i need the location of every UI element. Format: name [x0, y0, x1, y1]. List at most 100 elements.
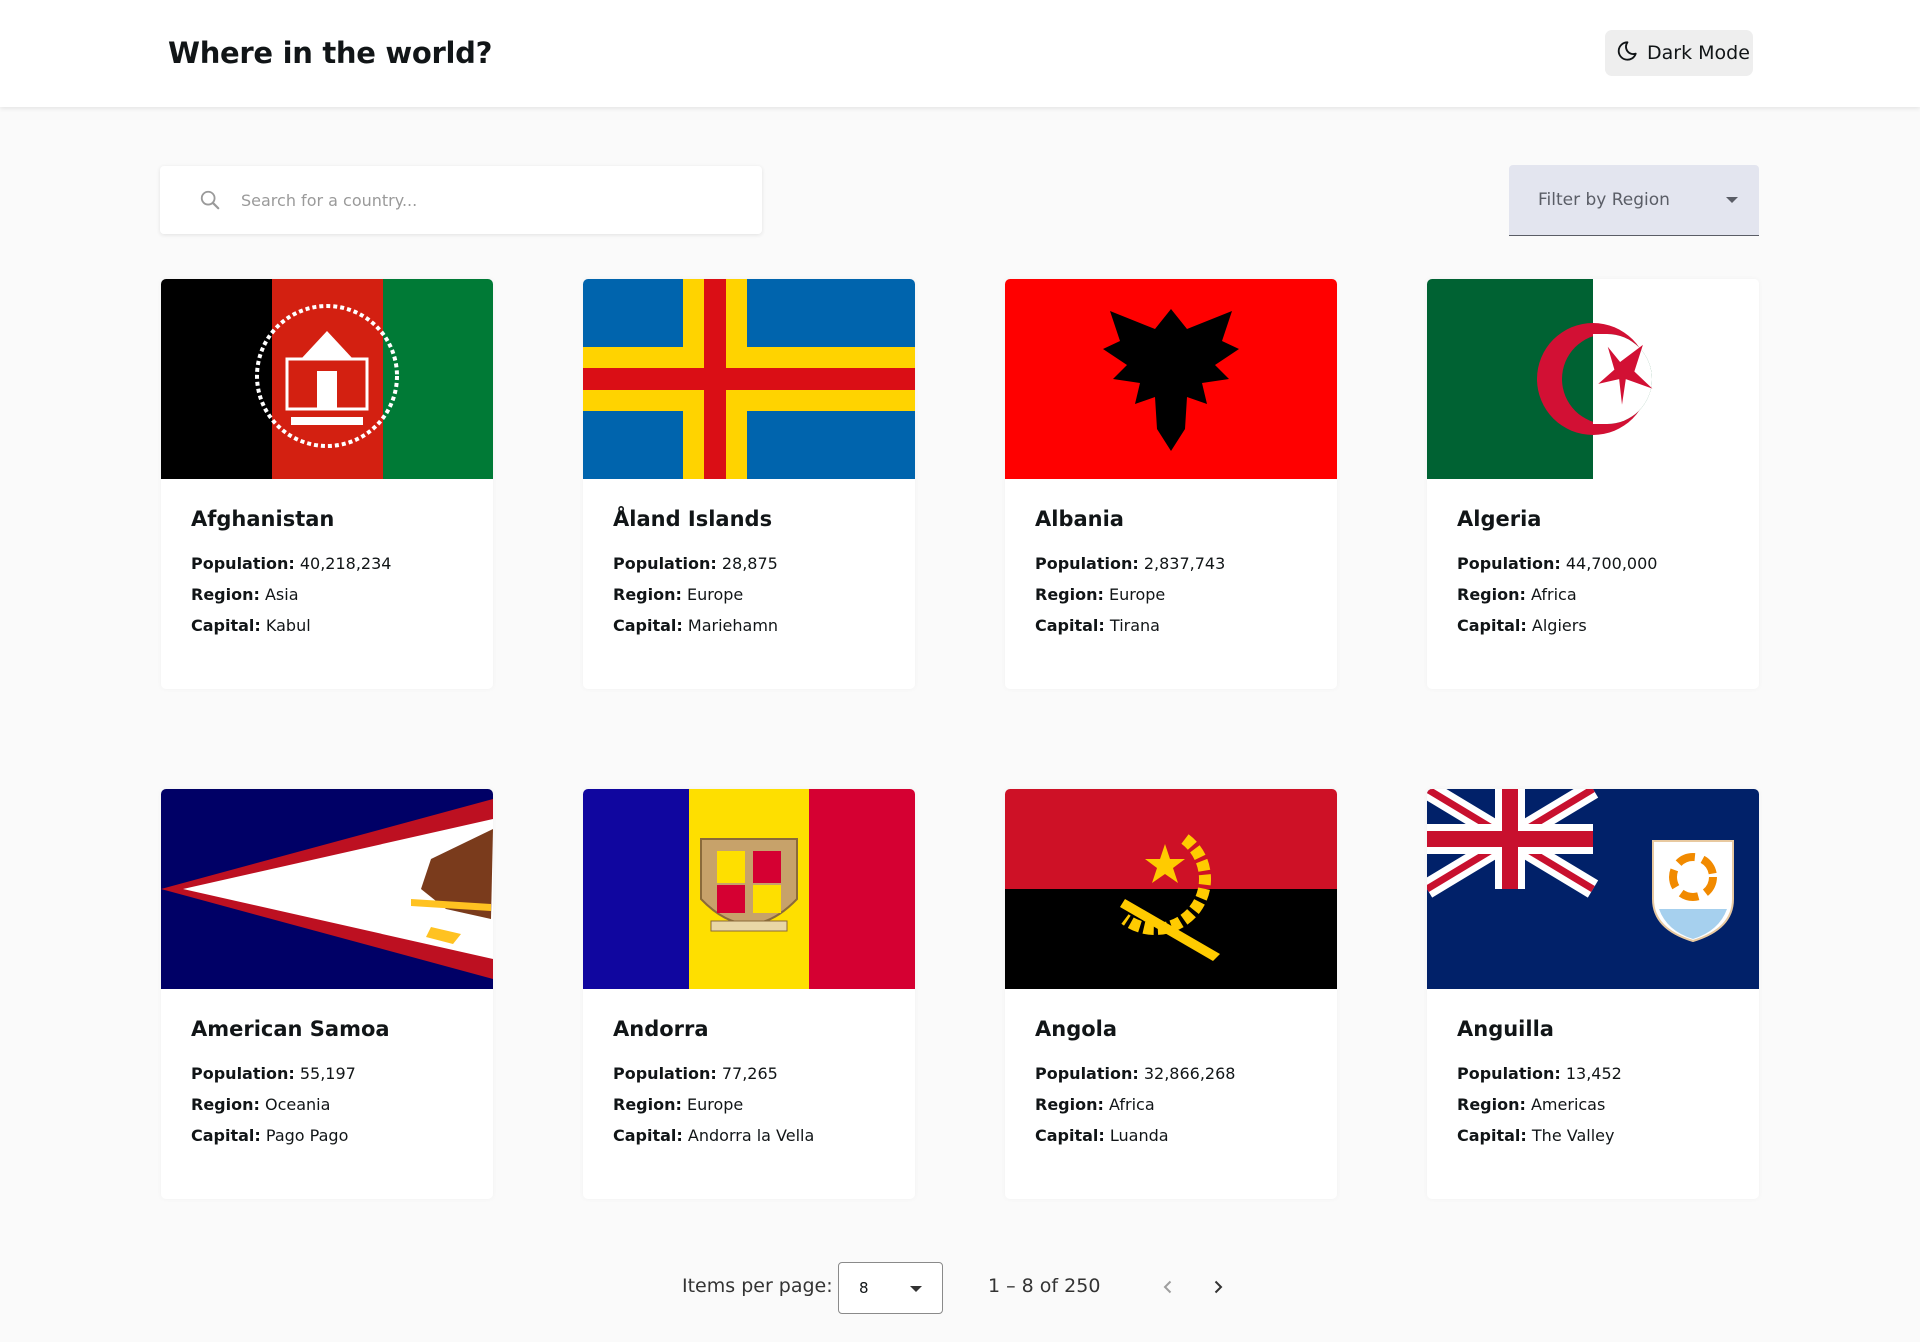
- region-label: Region:: [1457, 585, 1526, 604]
- country-name: Albania: [1035, 507, 1124, 531]
- population-label: Population:: [191, 554, 295, 573]
- capital-value: The Valley: [1531, 1126, 1615, 1145]
- region-filter-label: Filter by Region: [1538, 190, 1670, 210]
- population-label: Population:: [613, 554, 717, 573]
- search-input[interactable]: [241, 190, 721, 210]
- dark-mode-toggle-button[interactable]: Dark Mode: [1605, 30, 1753, 76]
- region-row: Region: Europe: [1035, 585, 1165, 604]
- algeria-flag: [1427, 279, 1759, 479]
- country-name: Afghanistan: [191, 507, 335, 531]
- country-name: Andorra: [613, 1017, 709, 1041]
- region-label: Region:: [1035, 585, 1104, 604]
- region-value: Oceania: [264, 1095, 331, 1114]
- capital-value: Kabul: [265, 616, 311, 635]
- next-page-button[interactable]: [1203, 1272, 1233, 1302]
- region-value: Africa: [1530, 585, 1577, 604]
- items-per-page-select[interactable]: 8: [838, 1262, 943, 1314]
- region-row: Region: Europe: [613, 1095, 743, 1114]
- angola-flag: [1005, 789, 1337, 989]
- previous-page-button[interactable]: [1153, 1272, 1183, 1302]
- country-card[interactable]: Anguilla Population: 13,452 Region: Amer…: [1427, 789, 1759, 1199]
- population-label: Population:: [613, 1064, 717, 1083]
- region-row: Region: Americas: [1457, 1095, 1605, 1114]
- country-name: Åland Islands: [613, 507, 773, 531]
- capital-row: Capital: Pago Pago: [191, 1126, 348, 1145]
- search-icon: [199, 189, 221, 211]
- region-value: Europe: [686, 1095, 744, 1114]
- population-value: 44,700,000: [1565, 554, 1658, 573]
- chevron-right-icon: [1214, 1280, 1223, 1294]
- capital-label: Capital:: [191, 1126, 261, 1145]
- capital-row: Capital: The Valley: [1457, 1126, 1614, 1145]
- capital-label: Capital:: [191, 616, 261, 635]
- population-label: Population:: [1035, 1064, 1139, 1083]
- country-card[interactable]: Åland Islands Population: 28,875 Region:…: [583, 279, 915, 689]
- region-value: Africa: [1108, 1095, 1155, 1114]
- population-label: Population:: [1457, 1064, 1561, 1083]
- capital-label: Capital:: [1457, 1126, 1527, 1145]
- capital-row: Capital: Mariehamn: [613, 616, 778, 635]
- population-value: 28,875: [721, 554, 778, 573]
- afghanistan-flag: [161, 279, 493, 479]
- american-samoa-flag: [161, 789, 493, 989]
- capital-label: Capital:: [613, 1126, 683, 1145]
- population-row: Population: 13,452: [1457, 1064, 1622, 1083]
- capital-value: Pago Pago: [265, 1126, 349, 1145]
- chevron-left-icon: [1163, 1280, 1172, 1294]
- region-label: Region:: [1035, 1095, 1104, 1114]
- capital-label: Capital:: [613, 616, 683, 635]
- population-value: 13,452: [1565, 1064, 1622, 1083]
- population-value: 77,265: [721, 1064, 778, 1083]
- search-box: [160, 166, 762, 234]
- capital-row: Capital: Algiers: [1457, 616, 1587, 635]
- dark-mode-label: Dark Mode: [1647, 42, 1750, 64]
- andorra-flag: [583, 789, 915, 989]
- region-row: Region: Asia: [191, 585, 299, 604]
- caret-down-icon: [910, 1286, 922, 1292]
- country-card[interactable]: Afghanistan Population: 40,218,234 Regio…: [161, 279, 493, 689]
- aland-islands-flag: [583, 279, 915, 479]
- capital-label: Capital:: [1035, 616, 1105, 635]
- capital-row: Capital: Andorra la Vella: [613, 1126, 814, 1145]
- region-value: Americas: [1530, 1095, 1606, 1114]
- anguilla-flag: [1427, 789, 1759, 989]
- capital-value: Andorra la Vella: [687, 1126, 815, 1145]
- capital-row: Capital: Kabul: [191, 616, 311, 635]
- capital-row: Capital: Tirana: [1035, 616, 1160, 635]
- region-filter-select[interactable]: Filter by Region: [1509, 165, 1759, 236]
- items-per-page-label: Items per page:: [682, 1275, 833, 1297]
- capital-label: Capital:: [1457, 616, 1527, 635]
- caret-down-icon: [1726, 197, 1738, 203]
- population-row: Population: 40,218,234: [191, 554, 391, 573]
- country-card[interactable]: Andorra Population: 77,265 Region: Europ…: [583, 789, 915, 1199]
- population-row: Population: 77,265: [613, 1064, 778, 1083]
- population-value: 40,218,234: [299, 554, 392, 573]
- capital-value: Luanda: [1109, 1126, 1169, 1145]
- region-label: Region:: [1457, 1095, 1526, 1114]
- region-label: Region:: [191, 585, 260, 604]
- population-value: 32,866,268: [1143, 1064, 1236, 1083]
- population-label: Population:: [1457, 554, 1561, 573]
- country-card[interactable]: Albania Population: 2,837,743 Region: Eu…: [1005, 279, 1337, 689]
- population-row: Population: 55,197: [191, 1064, 356, 1083]
- country-name: American Samoa: [191, 1017, 390, 1041]
- capital-value: Mariehamn: [687, 616, 779, 635]
- app-header: Where in the world? Dark Mode: [0, 0, 1920, 107]
- population-value: 55,197: [299, 1064, 356, 1083]
- pagination-range: 1 – 8 of 250: [988, 1275, 1101, 1297]
- country-name: Algeria: [1457, 507, 1542, 531]
- items-per-page-value: 8: [859, 1279, 869, 1297]
- capital-value: Algiers: [1531, 616, 1587, 635]
- population-label: Population:: [191, 1064, 295, 1083]
- region-row: Region: Oceania: [191, 1095, 330, 1114]
- country-card[interactable]: Algeria Population: 44,700,000 Region: A…: [1427, 279, 1759, 689]
- region-label: Region:: [613, 1095, 682, 1114]
- country-card[interactable]: American Samoa Population: 55,197 Region…: [161, 789, 493, 1199]
- population-value: 2,837,743: [1143, 554, 1226, 573]
- region-row: Region: Africa: [1457, 585, 1577, 604]
- country-card[interactable]: Angola Population: 32,866,268 Region: Af…: [1005, 789, 1337, 1199]
- region-value: Europe: [1108, 585, 1166, 604]
- capital-value: Tirana: [1109, 616, 1160, 635]
- page-title: Where in the world?: [168, 36, 493, 70]
- population-row: Population: 44,700,000: [1457, 554, 1657, 573]
